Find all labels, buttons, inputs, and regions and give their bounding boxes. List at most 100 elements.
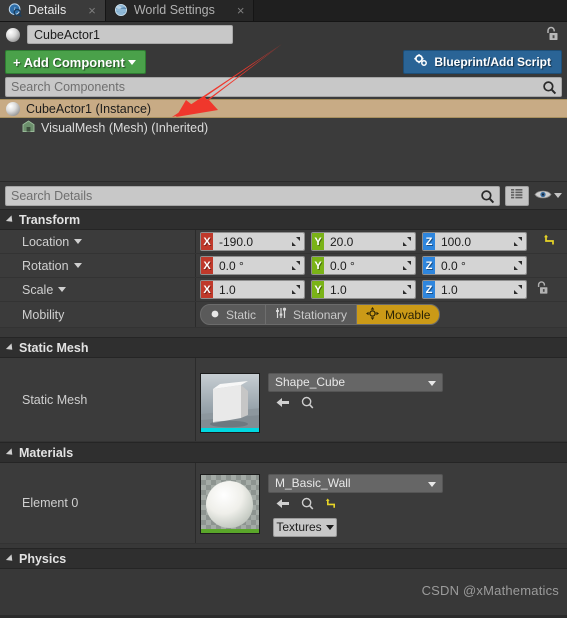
blueprint-gears-icon bbox=[414, 54, 428, 70]
cube-thumbnail[interactable] bbox=[200, 372, 260, 433]
location-z-input[interactable]: 100.0 bbox=[435, 233, 526, 250]
textures-label: Textures bbox=[276, 520, 322, 534]
movable-arrows-icon bbox=[366, 306, 380, 323]
location-z-field[interactable]: Z 100.0 bbox=[422, 232, 527, 251]
material-asset-combobox[interactable]: M_Basic_Wall bbox=[268, 473, 443, 493]
tab-world-settings-label: World Settings bbox=[133, 3, 215, 17]
scale-z-field[interactable]: Z 1.0 bbox=[422, 280, 527, 299]
rotation-x-input[interactable]: 0.0 ° bbox=[213, 257, 304, 274]
stationary-sliders-icon bbox=[275, 307, 287, 322]
rotation-x-value: 0.0 ° bbox=[219, 258, 244, 273]
section-header-physics[interactable]: Physics bbox=[0, 548, 567, 569]
location-x-input[interactable]: -190.0 bbox=[213, 233, 304, 250]
component-tree-row-actor[interactable]: CubeActor1 (Instance) bbox=[0, 99, 567, 118]
rotation-x-field[interactable]: X 0.0 ° bbox=[200, 256, 305, 275]
scale-y-field[interactable]: Y 1.0 bbox=[311, 280, 416, 299]
static-dot-icon bbox=[210, 308, 220, 322]
tab-bar: i Details × World Settings × bbox=[0, 0, 567, 22]
spinner-icon[interactable] bbox=[513, 260, 523, 271]
reset-arrow-icon[interactable] bbox=[543, 234, 556, 250]
rotation-y-input[interactable]: 0.0 ° bbox=[324, 257, 415, 274]
static-mesh-asset-combobox[interactable]: Shape_Cube bbox=[268, 372, 443, 392]
axis-label-y: Y bbox=[312, 233, 324, 250]
spinner-icon[interactable] bbox=[291, 236, 301, 247]
scale-z-input[interactable]: 1.0 bbox=[435, 281, 526, 298]
tab-world-settings[interactable]: World Settings × bbox=[105, 0, 255, 21]
section-title: Transform bbox=[19, 212, 81, 227]
component-action-bar: + Add Component Blueprint/Add Script bbox=[0, 47, 567, 77]
location-y-value: 20.0 bbox=[330, 234, 354, 249]
chevron-down-icon bbox=[325, 524, 334, 530]
property-value: X -190.0 Y 20.0 Z 100.0 bbox=[196, 230, 567, 253]
location-y-input[interactable]: 20.0 bbox=[324, 233, 415, 250]
actor-name-row: CubeActor1 bbox=[0, 22, 567, 47]
tab-details-close-icon[interactable]: × bbox=[88, 4, 96, 17]
spinner-icon[interactable] bbox=[291, 284, 301, 295]
scale-x-field[interactable]: X 1.0 bbox=[200, 280, 305, 299]
location-x-field[interactable]: X -190.0 bbox=[200, 232, 305, 251]
reset-arrow-icon[interactable] bbox=[325, 498, 337, 513]
visibility-options-button[interactable] bbox=[534, 188, 562, 204]
property-value: X 0.0 ° Y 0.0 ° Z 0.0 ° bbox=[196, 254, 567, 277]
mobility-option-movable[interactable]: Movable bbox=[357, 305, 440, 324]
property-value: X 1.0 Y 1.0 Z 1.0 bbox=[196, 278, 567, 301]
mobility-option-static[interactable]: Static bbox=[201, 305, 267, 324]
material-asset-picker: M_Basic_Wall Textures bbox=[268, 473, 443, 537]
plus-icon: + bbox=[13, 54, 21, 70]
spinner-icon[interactable] bbox=[513, 284, 523, 295]
mesh-component-icon bbox=[22, 119, 35, 136]
mobility-option-stationary[interactable]: Stationary bbox=[266, 305, 358, 324]
mobility-option-label: Stationary bbox=[293, 307, 348, 322]
search-icon[interactable] bbox=[542, 80, 557, 98]
chevron-down-icon[interactable] bbox=[58, 287, 67, 292]
scale-lock-icon[interactable] bbox=[535, 280, 549, 299]
search-icon[interactable] bbox=[301, 497, 314, 513]
component-tree-label: VisualMesh (Mesh) (Inherited) bbox=[41, 120, 209, 135]
material-sphere-thumbnail[interactable] bbox=[200, 473, 260, 534]
axis-label-y: Y bbox=[312, 281, 324, 298]
spinner-icon[interactable] bbox=[402, 284, 412, 295]
location-y-field[interactable]: Y 20.0 bbox=[311, 232, 416, 251]
location-x-value: -190.0 bbox=[219, 234, 254, 249]
search-icon[interactable] bbox=[301, 396, 314, 412]
tab-world-settings-close-icon[interactable]: × bbox=[237, 4, 245, 17]
actor-name-input[interactable]: CubeActor1 bbox=[27, 25, 233, 44]
property-label-text: Static Mesh bbox=[22, 392, 88, 407]
spinner-icon[interactable] bbox=[513, 236, 523, 247]
actor-sphere-icon bbox=[6, 101, 20, 116]
unlock-icon[interactable] bbox=[544, 26, 559, 46]
tab-details[interactable]: i Details × bbox=[0, 0, 106, 21]
rotation-z-field[interactable]: Z 0.0 ° bbox=[422, 256, 527, 275]
section-header-transform[interactable]: Transform bbox=[0, 209, 567, 230]
section-header-materials[interactable]: Materials bbox=[0, 442, 567, 463]
scale-y-input[interactable]: 1.0 bbox=[324, 281, 415, 298]
rotation-z-input[interactable]: 0.0 ° bbox=[435, 257, 526, 274]
mobility-option-label: Movable bbox=[385, 307, 431, 322]
search-details-input[interactable]: Search Details bbox=[5, 185, 500, 207]
chevron-down-icon[interactable] bbox=[74, 239, 83, 244]
blueprint-add-script-button[interactable]: Blueprint/Add Script bbox=[403, 50, 562, 74]
textures-dropdown-button[interactable]: Textures bbox=[273, 517, 337, 537]
chevron-down-icon bbox=[428, 380, 436, 386]
property-label: Mobility bbox=[0, 302, 196, 327]
section-header-static-mesh[interactable]: Static Mesh bbox=[0, 337, 567, 358]
back-arrow-icon[interactable] bbox=[276, 396, 290, 412]
axis-label-x: X bbox=[201, 257, 213, 274]
component-tree-label: CubeActor1 (Instance) bbox=[26, 101, 152, 116]
add-component-button[interactable]: + Add Component bbox=[5, 50, 146, 74]
property-row-material-element-0: Element 0 M_Basic_Wall Textures bbox=[0, 463, 567, 544]
chevron-down-icon[interactable] bbox=[73, 263, 82, 268]
spinner-icon[interactable] bbox=[291, 260, 301, 271]
spinner-icon[interactable] bbox=[402, 260, 412, 271]
grid-view-button[interactable] bbox=[505, 185, 529, 206]
property-label-text: Rotation bbox=[22, 258, 69, 273]
search-icon[interactable] bbox=[480, 189, 495, 207]
axis-label-x: X bbox=[201, 233, 213, 250]
search-components-input[interactable]: Search Components bbox=[5, 77, 562, 97]
back-arrow-icon[interactable] bbox=[276, 497, 290, 513]
add-component-label: Add Component bbox=[23, 54, 125, 70]
spinner-icon[interactable] bbox=[402, 236, 412, 247]
rotation-y-field[interactable]: Y 0.0 ° bbox=[311, 256, 416, 275]
scale-x-input[interactable]: 1.0 bbox=[213, 281, 304, 298]
component-tree-row-mesh[interactable]: VisualMesh (Mesh) (Inherited) bbox=[0, 118, 567, 137]
